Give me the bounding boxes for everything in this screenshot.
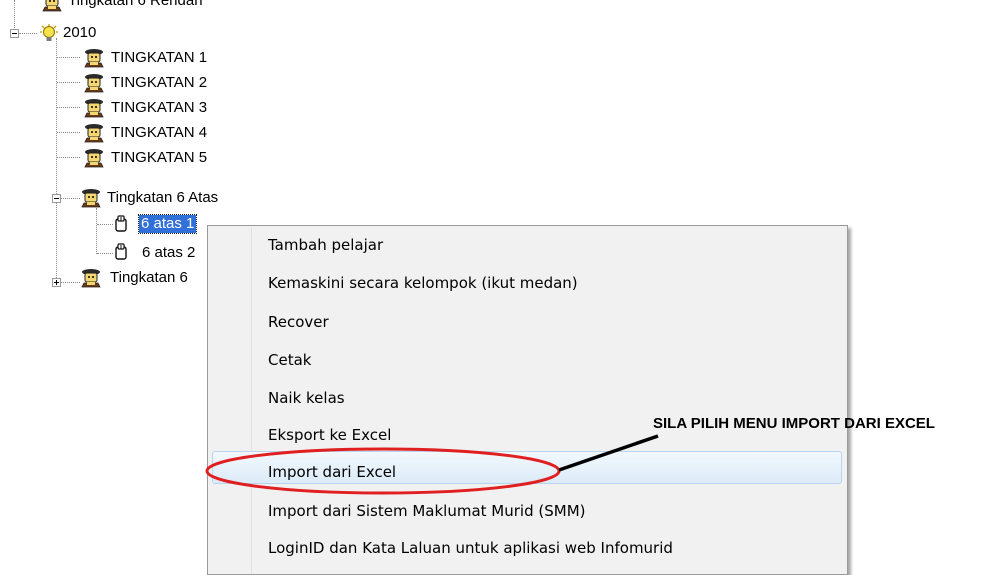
annotation-pointer-line bbox=[558, 434, 659, 472]
annotation-callout: SILA PILIH MENU IMPORT DARI EXCEL bbox=[653, 415, 935, 432]
annotation-overlay bbox=[205, 434, 659, 495]
annotation-ellipse bbox=[205, 447, 561, 495]
